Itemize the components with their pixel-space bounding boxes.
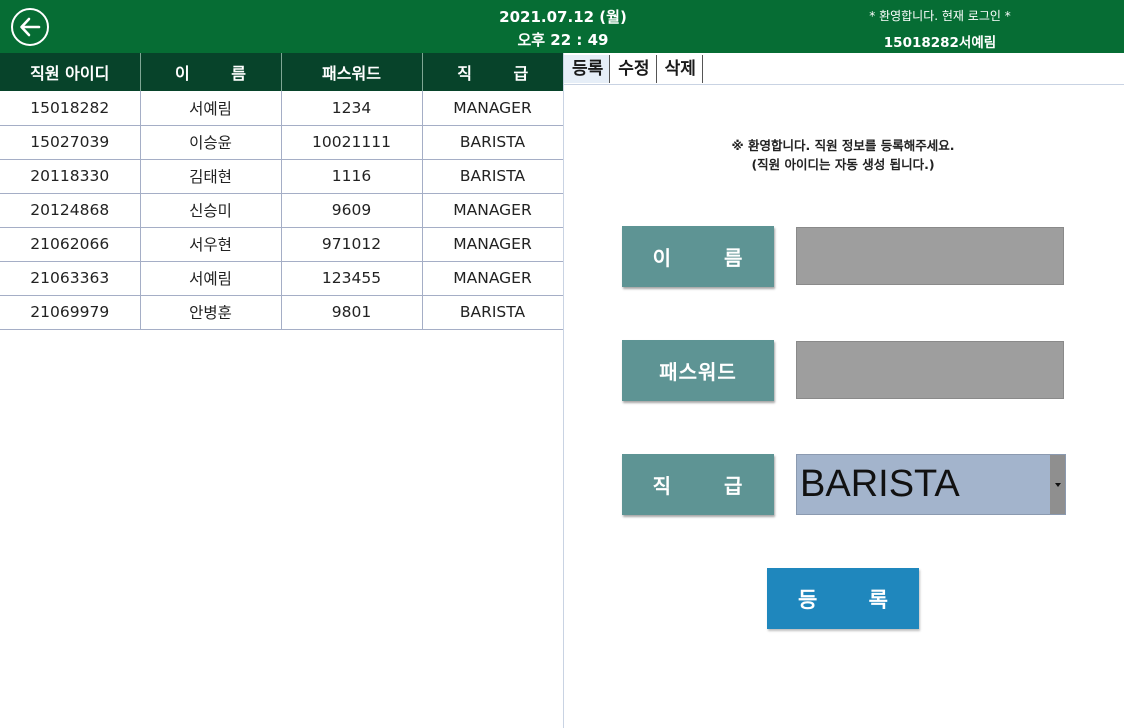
column-header-rank-label: 직 급 (457, 64, 529, 83)
tab-edit[interactable]: 수정 (610, 55, 657, 83)
tab-delete[interactable]: 삭제 (657, 55, 703, 83)
cell-password: 1234 (281, 91, 423, 126)
cell-password: 1116 (281, 159, 423, 194)
cell-name: 서예림 (140, 261, 282, 296)
cell-password: 971012 (281, 227, 423, 262)
cell-employee-id: 15018282 (0, 91, 141, 126)
table-row[interactable]: 21062066 서우현 971012 MANAGER (0, 227, 564, 262)
cell-name: 서우현 (140, 227, 282, 262)
welcome-text: * 환영합니다. 현재 로그인 * (869, 9, 1011, 23)
form-notice: ※ 환영합니다. 직원 정보를 등록해주세요. (직원 아이디는 자동 생성 됩… (690, 136, 996, 174)
rank-selected-value: BARISTA (800, 463, 960, 505)
name-label-text: 이 름 (652, 246, 744, 270)
name-input[interactable] (796, 227, 1064, 285)
cell-rank: BARISTA (422, 159, 564, 194)
register-button-label: 등 록 (798, 587, 888, 612)
dropdown-arrow-button[interactable] (1050, 455, 1065, 514)
cell-name: 이승윤 (140, 125, 282, 160)
cell-employee-id: 21062066 (0, 227, 141, 262)
column-header-name[interactable]: 이 름 (140, 53, 282, 91)
column-header-name-label: 이 름 (174, 64, 246, 83)
cell-rank: MANAGER (422, 227, 564, 262)
cell-employee-id: 20118330 (0, 159, 141, 194)
table-row[interactable]: 15018282 서예림 1234 MANAGER (0, 91, 564, 126)
cell-rank: BARISTA (422, 295, 564, 330)
cell-name: 안병훈 (140, 295, 282, 330)
cell-password: 10021111 (281, 125, 423, 160)
column-header-employee-id[interactable]: 직원 아이디 (0, 53, 141, 91)
rank-dropdown[interactable]: BARISTA (796, 454, 1066, 515)
table-header-row: 직원 아이디 이 름 패스워드 직 급 (0, 53, 563, 91)
cell-employee-id: 20124868 (0, 193, 141, 228)
cell-employee-id: 21063363 (0, 261, 141, 296)
cell-employee-id: 15027039 (0, 125, 141, 160)
notice-line-1: ※ 환영합니다. 직원 정보를 등록해주세요. (731, 138, 955, 153)
table-row[interactable]: 20118330 김태현 1116 BARISTA (0, 159, 564, 194)
cell-employee-id: 21069979 (0, 295, 141, 330)
chevron-down-icon (1054, 482, 1061, 487)
employee-table: 직원 아이디 이 름 패스워드 직 급 15018282 서예림 1234 MA… (0, 53, 564, 330)
table-row[interactable]: 21063363 서예림 123455 MANAGER (0, 261, 564, 296)
rank-label-text: 직 급 (652, 474, 744, 498)
cell-name: 서예림 (140, 91, 282, 126)
table-row[interactable]: 15027039 이승윤 10021111 BARISTA (0, 125, 564, 160)
current-time: 오후 22 : 49 (517, 31, 609, 49)
tab-underline (564, 84, 1124, 85)
panel-divider (563, 53, 564, 728)
cell-name: 김태현 (140, 159, 282, 194)
current-date: 2021.07.12 (월) (499, 8, 627, 26)
column-header-password[interactable]: 패스워드 (281, 53, 423, 91)
cell-rank: BARISTA (422, 125, 564, 160)
notice-line-2: (직원 아이디는 자동 생성 됩니다.) (751, 157, 935, 172)
table-row[interactable]: 20124868 신승미 9609 MANAGER (0, 193, 564, 228)
tab-register[interactable]: 등록 (564, 55, 611, 83)
column-header-rank[interactable]: 직 급 (422, 53, 563, 91)
app-header: 2021.07.12 (월) 오후 22 : 49 * 환영합니다. 현재 로그… (0, 0, 1124, 53)
cell-password: 9801 (281, 295, 423, 330)
cell-password: 123455 (281, 261, 423, 296)
arrow-left-circle-icon (20, 17, 41, 37)
password-input[interactable] (796, 341, 1064, 399)
cell-rank: MANAGER (422, 91, 564, 126)
cell-rank: MANAGER (422, 193, 564, 228)
form-tabs: 등록 수정 삭제 (564, 55, 703, 83)
rank-label: 직 급 (622, 454, 774, 515)
cell-password: 9609 (281, 193, 423, 228)
cell-name: 신승미 (140, 193, 282, 228)
cell-rank: MANAGER (422, 261, 564, 296)
table-row[interactable]: 21069979 안병훈 9801 BARISTA (0, 295, 564, 330)
back-button[interactable] (11, 8, 49, 46)
password-label: 패스워드 (622, 340, 774, 401)
register-button[interactable]: 등 록 (767, 568, 919, 629)
password-label-text: 패스워드 (659, 360, 737, 384)
name-label: 이 름 (622, 226, 774, 287)
logged-in-user: 15018282서예림 (883, 35, 997, 51)
